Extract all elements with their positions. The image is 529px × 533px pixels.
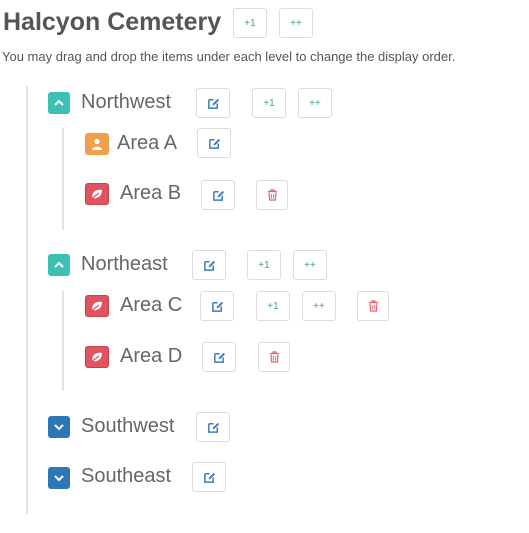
add-one-button-northeast[interactable]: +1 xyxy=(247,250,281,280)
instructions-text: You may drag and drop the items under ea… xyxy=(2,49,456,64)
area-label-area-b: Area B xyxy=(120,182,182,204)
edit-icon xyxy=(207,422,219,433)
chevron-up-icon xyxy=(54,99,64,106)
section-label-northeast: Northeast xyxy=(81,253,168,275)
tree-line-northwest xyxy=(62,128,64,230)
delete-button-area-c[interactable] xyxy=(357,291,389,321)
trash-icon xyxy=(269,351,279,363)
add-many-label: ++ xyxy=(313,300,325,312)
area-icon-area-a xyxy=(85,133,109,155)
section-label-southeast: Southeast xyxy=(81,465,172,487)
trash-icon xyxy=(368,300,378,312)
chevron-down-icon xyxy=(54,475,64,482)
edit-button-northeast[interactable] xyxy=(192,250,226,280)
chevron-up-icon xyxy=(54,261,64,268)
add-many-button-area-c[interactable]: ++ xyxy=(302,291,336,321)
edit-button-area-c[interactable] xyxy=(200,291,234,321)
edit-icon xyxy=(203,472,215,483)
edit-icon xyxy=(211,301,223,312)
edit-button-southwest[interactable] xyxy=(196,412,230,442)
area-icon-area-b xyxy=(85,183,109,205)
page-title: Halcyon Cemetery xyxy=(3,8,222,36)
tree-line-root xyxy=(26,86,28,514)
add-many-label: ++ xyxy=(309,97,321,109)
expand-toggle-southeast[interactable] xyxy=(48,467,70,489)
delete-button-area-b[interactable] xyxy=(256,180,288,210)
expand-toggle-southwest[interactable] xyxy=(48,416,70,438)
section-label-southwest: Southwest xyxy=(81,415,175,437)
edit-button-area-d[interactable] xyxy=(202,342,236,372)
person-icon xyxy=(92,138,102,150)
delete-button-area-d[interactable] xyxy=(258,342,290,372)
collapse-toggle-northeast[interactable] xyxy=(48,254,70,276)
area-label-area-c: Area C xyxy=(120,294,183,316)
leaf-icon xyxy=(90,189,102,200)
collapse-toggle-northwest[interactable] xyxy=(48,92,70,114)
edit-icon xyxy=(207,98,219,109)
add-many-button-northeast[interactable]: ++ xyxy=(293,250,327,280)
edit-icon xyxy=(208,138,220,149)
add-one-label: +1 xyxy=(263,97,275,109)
edit-button-northwest[interactable] xyxy=(196,88,230,118)
tree-line-northeast xyxy=(62,291,64,391)
edit-button-southeast[interactable] xyxy=(192,462,226,492)
add-many-button-northwest[interactable]: ++ xyxy=(298,88,332,118)
trash-icon xyxy=(267,189,277,201)
edit-button-area-a[interactable] xyxy=(197,128,231,158)
add-one-button-area-c[interactable]: +1 xyxy=(256,291,290,321)
add-many-label: ++ xyxy=(290,17,302,29)
area-icon-area-c xyxy=(85,295,109,317)
add-one-label: +1 xyxy=(267,300,279,312)
add-many-button[interactable]: ++ xyxy=(279,8,313,38)
area-icon-area-d xyxy=(85,346,109,368)
leaf-icon xyxy=(90,301,102,312)
edit-icon xyxy=(212,190,224,201)
leaf-icon xyxy=(90,352,102,363)
add-one-label: +1 xyxy=(258,259,270,271)
edit-icon xyxy=(203,260,215,271)
edit-icon xyxy=(213,352,225,363)
area-label-area-a: Area A xyxy=(117,132,178,154)
edit-button-area-b[interactable] xyxy=(201,180,235,210)
chevron-down-icon xyxy=(54,424,64,431)
add-one-label: +1 xyxy=(244,17,256,29)
section-label-northwest: Northwest xyxy=(81,91,172,113)
add-one-button[interactable]: +1 xyxy=(233,8,267,38)
add-one-button-northwest[interactable]: +1 xyxy=(252,88,286,118)
add-many-label: ++ xyxy=(304,259,316,271)
area-label-area-d: Area D xyxy=(120,345,183,367)
